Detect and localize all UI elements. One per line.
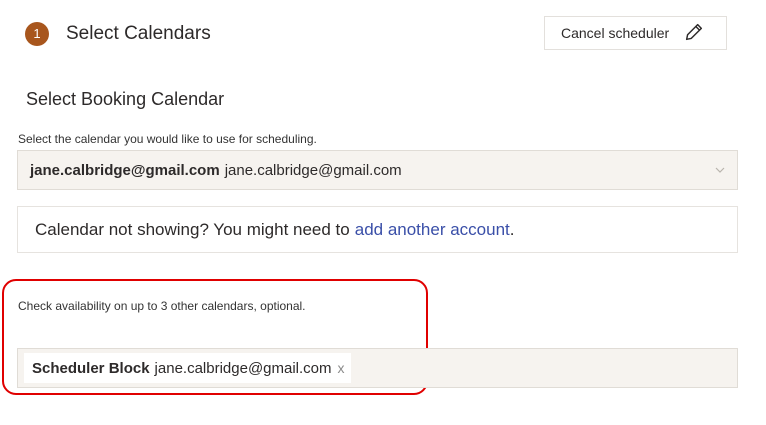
chip-calendar-name: Scheduler Block [32, 359, 150, 377]
selected-calendar-email: jane.calbridge@gmail.com [224, 161, 402, 179]
cancel-scheduler-label: Cancel scheduler [561, 25, 670, 41]
step-number-badge: 1 [25, 22, 49, 46]
cancel-scheduler-button[interactable]: Cancel scheduler [544, 16, 727, 50]
notice-suffix: . [509, 219, 515, 239]
calendar-chip: Scheduler Block jane.calbridge@gmail.com… [24, 353, 351, 383]
booking-calendar-select[interactable]: jane.calbridge@gmail.com jane.calbridge@… [17, 150, 738, 190]
add-another-account-link[interactable]: add another account [355, 220, 510, 240]
pencil-icon [683, 21, 705, 46]
step-title: Select Calendars [66, 23, 211, 44]
chip-calendar-email: jane.calbridge@gmail.com [154, 359, 332, 377]
availability-hint: Check availability on up to 3 other cale… [18, 299, 306, 313]
calendar-missing-notice: Calendar not showing? You might need to … [17, 206, 738, 253]
chevron-down-icon [715, 167, 725, 173]
availability-calendars-input[interactable]: Scheduler Block jane.calbridge@gmail.com… [17, 348, 738, 388]
remove-chip-icon[interactable]: x [338, 360, 345, 376]
notice-text: Calendar not showing? You might need to [35, 219, 350, 239]
selected-calendar-name: jane.calbridge@gmail.com [30, 161, 220, 179]
booking-calendar-hint: Select the calendar you would like to us… [18, 132, 317, 146]
booking-calendar-heading: Select Booking Calendar [26, 89, 225, 109]
